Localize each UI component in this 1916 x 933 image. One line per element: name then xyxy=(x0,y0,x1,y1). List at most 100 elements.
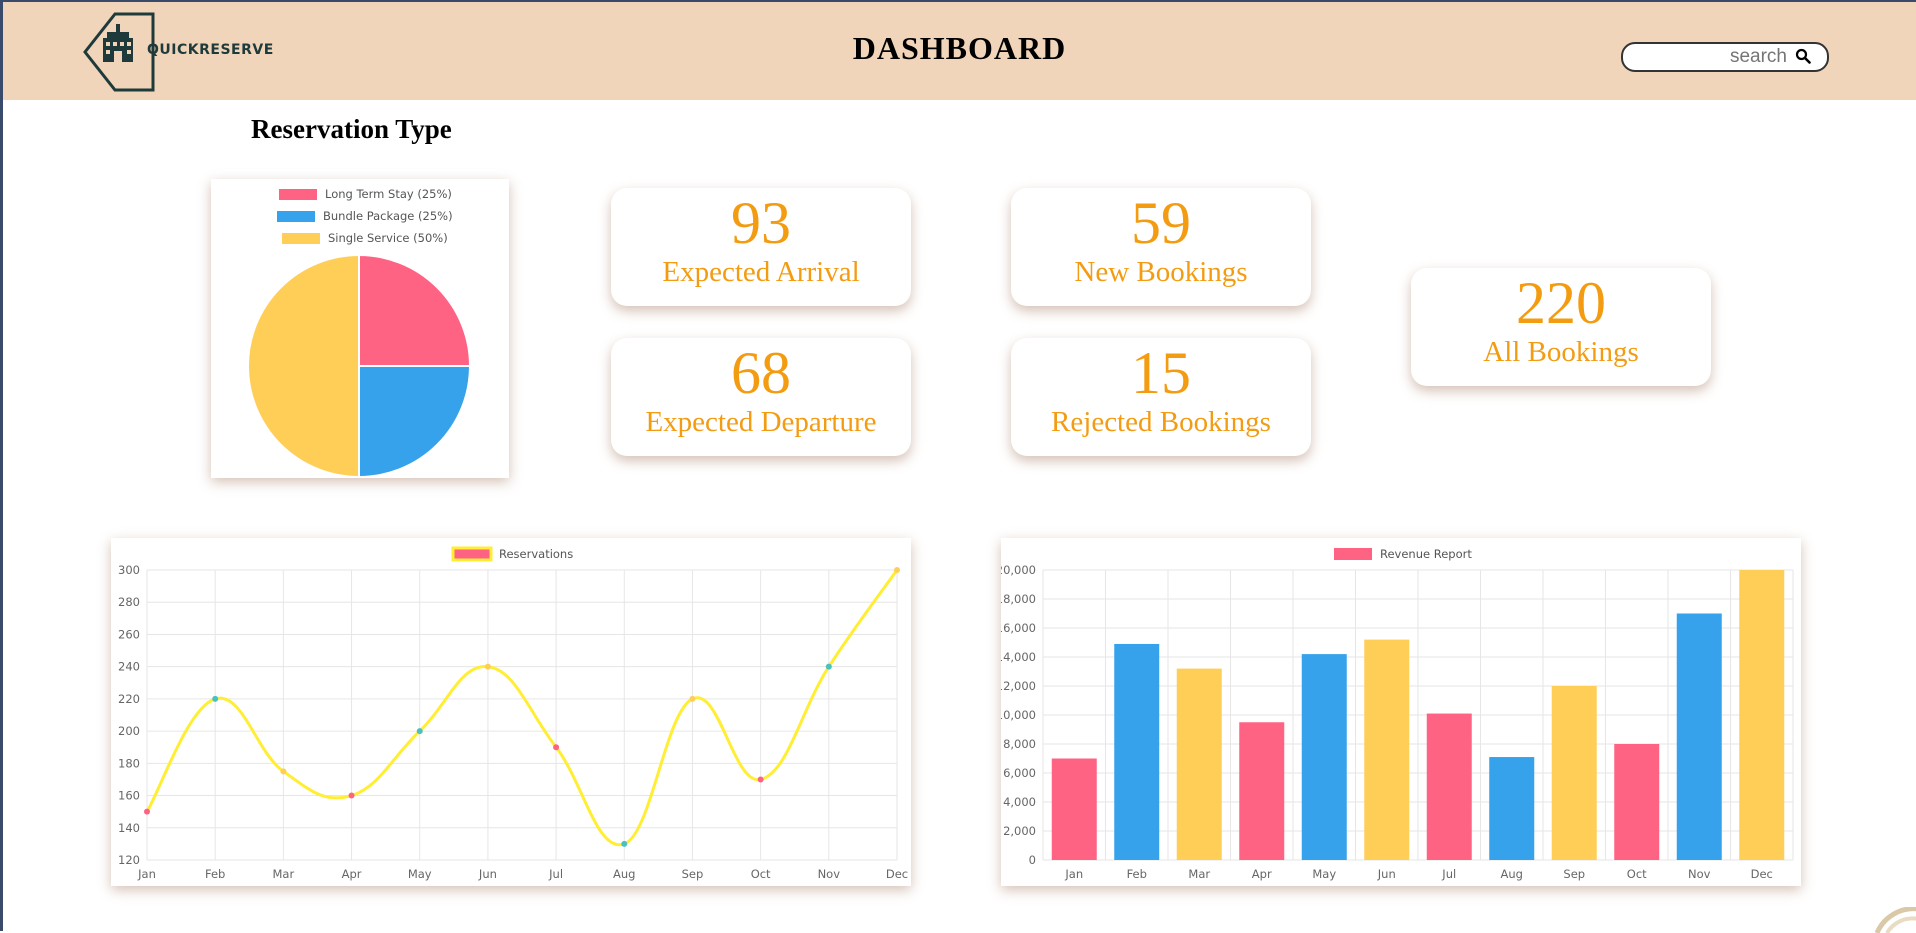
data-point xyxy=(825,663,832,670)
y-tick-label: 14,000 xyxy=(1001,650,1036,664)
y-tick-label: 160 xyxy=(118,789,140,803)
x-tick-label: Aug xyxy=(613,867,635,881)
x-tick-label: Apr xyxy=(1252,867,1272,881)
legend-label: Bundle Package (25%) xyxy=(323,209,453,223)
revenue-bar xyxy=(1614,744,1660,860)
y-tick-label: 12,000 xyxy=(1001,679,1036,693)
legend-swatch xyxy=(279,188,317,200)
x-tick-label: Feb xyxy=(205,867,225,881)
pie-legend-item[interactable]: Single Service (50%) xyxy=(282,231,448,245)
reservations-line-chart: 120 140 160 180 200 220 240 260 280 300 Jan Feb Mar A… xyxy=(111,538,911,886)
x-tick-label: Aug xyxy=(1501,867,1523,881)
data-point xyxy=(416,728,423,735)
new-bookings-card[interactable]: 59 New Bookings xyxy=(1011,188,1311,306)
search-icon[interactable] xyxy=(1795,48,1811,64)
data-point xyxy=(689,695,696,702)
revenue-bar xyxy=(1239,722,1285,860)
y-tick-label: 260 xyxy=(118,627,140,641)
x-tick-label: Mar xyxy=(1188,867,1210,881)
x-tick-label: Mar xyxy=(273,867,295,881)
x-tick-label: Dec xyxy=(1751,867,1773,881)
revenue-bar xyxy=(1489,757,1535,860)
legend-swatch xyxy=(277,210,315,222)
y-tick-label: 120 xyxy=(118,853,140,867)
reservation-type-pie-chart: Long Term Stay (25%) Bundle Package (25%… xyxy=(211,179,509,478)
y-tick-label: 6,000 xyxy=(1003,766,1036,780)
pie-legend-item[interactable]: Bundle Package (25%) xyxy=(277,209,453,223)
data-point xyxy=(144,808,150,815)
stat-value: 59 xyxy=(1131,190,1191,256)
corner-decoration-icon xyxy=(1874,907,1916,933)
pie-slice xyxy=(358,365,472,478)
stat-label: Expected Arrival xyxy=(662,256,860,288)
data-point xyxy=(553,744,560,751)
x-tick-label: Sep xyxy=(1563,867,1585,881)
data-point xyxy=(348,792,355,799)
x-tick-label: Jul xyxy=(548,867,563,881)
y-tick-label: 18,000 xyxy=(1001,592,1036,606)
data-point xyxy=(621,840,628,847)
x-tick-label: Oct xyxy=(751,867,771,881)
x-tick-label: Feb xyxy=(1127,867,1147,881)
y-tick-label: 8,000 xyxy=(1003,737,1036,751)
x-tick-label: Jul xyxy=(1441,867,1456,881)
stat-label: Rejected Bookings xyxy=(1051,406,1271,438)
legend-label: Revenue Report xyxy=(1380,547,1472,561)
line-chart-plot: 120 140 160 180 200 220 240 260 280 300 Jan Feb Mar A… xyxy=(118,546,908,881)
legend-swatch xyxy=(282,232,320,244)
revenue-bar xyxy=(1301,654,1347,860)
y-tick-label: 200 xyxy=(118,724,140,738)
y-tick-label: 240 xyxy=(118,660,140,674)
x-tick-label: Sep xyxy=(682,867,704,881)
y-tick-label: 0 xyxy=(1029,853,1036,867)
x-tick-label: Apr xyxy=(342,867,362,881)
x-tick-label: Nov xyxy=(1688,867,1711,881)
legend-swatch xyxy=(1334,548,1372,560)
y-tick-label: 140 xyxy=(118,821,140,835)
stat-label: New Bookings xyxy=(1074,256,1248,288)
pie-slice xyxy=(358,253,472,367)
x-tick-label: May xyxy=(1312,867,1336,881)
all-bookings-card[interactable]: 220 All Bookings xyxy=(1411,268,1711,386)
data-point xyxy=(280,768,287,775)
legend-label: Single Service (50%) xyxy=(328,231,448,245)
revenue-bar xyxy=(1426,713,1472,860)
revenue-bar xyxy=(1364,639,1410,860)
pie-plot xyxy=(247,253,472,478)
bar-chart-plot: 0 2,000 4,000 6,000 8,000 10,000 12,000 14,000 1… xyxy=(1001,547,1794,881)
stat-label: Expected Departure xyxy=(645,406,877,438)
y-tick-label: 300 xyxy=(118,563,140,577)
y-tick-label: 180 xyxy=(118,756,140,770)
x-tick-label: Dec xyxy=(886,867,908,881)
stat-value: 15 xyxy=(1131,340,1191,406)
y-tick-label: 220 xyxy=(118,692,140,706)
expected-arrival-card[interactable]: 93 Expected Arrival xyxy=(611,188,911,306)
revenue-bar xyxy=(1176,668,1222,860)
search-input[interactable] xyxy=(1637,46,1787,68)
legend-label: Reservations xyxy=(499,547,573,561)
revenue-bar xyxy=(1739,570,1785,860)
legend-swatch xyxy=(451,546,493,562)
expected-departure-card[interactable]: 68 Expected Departure xyxy=(611,338,911,456)
data-point xyxy=(894,567,900,573)
revenue-bar xyxy=(1114,643,1160,860)
y-tick-label: 10,000 xyxy=(1001,708,1036,722)
x-tick-label: May xyxy=(408,867,432,881)
y-tick-label: 280 xyxy=(118,595,140,609)
x-tick-label: Jan xyxy=(1064,867,1083,881)
x-tick-label: Jun xyxy=(1377,867,1396,881)
revenue-bar xyxy=(1051,758,1097,860)
pie-legend-item[interactable]: Long Term Stay (25%) xyxy=(279,187,452,201)
stat-value: 68 xyxy=(731,340,791,406)
y-tick-label: 4,000 xyxy=(1003,795,1036,809)
data-point xyxy=(484,663,491,670)
y-tick-label: 16,000 xyxy=(1001,621,1036,635)
pie-slice xyxy=(247,253,360,478)
revenue-bar-chart: 0 2,000 4,000 6,000 8,000 10,000 12,000 14,000 1… xyxy=(1001,538,1801,886)
x-tick-label: Jan xyxy=(137,867,156,881)
top-header: QUICKRESERVE DASHBOARD xyxy=(3,2,1916,100)
reservation-type-title: Reservation Type xyxy=(251,114,452,144)
reservations-line xyxy=(145,569,899,847)
rejected-bookings-card[interactable]: 15 Rejected Bookings xyxy=(1011,338,1311,456)
stat-value: 93 xyxy=(731,190,791,256)
